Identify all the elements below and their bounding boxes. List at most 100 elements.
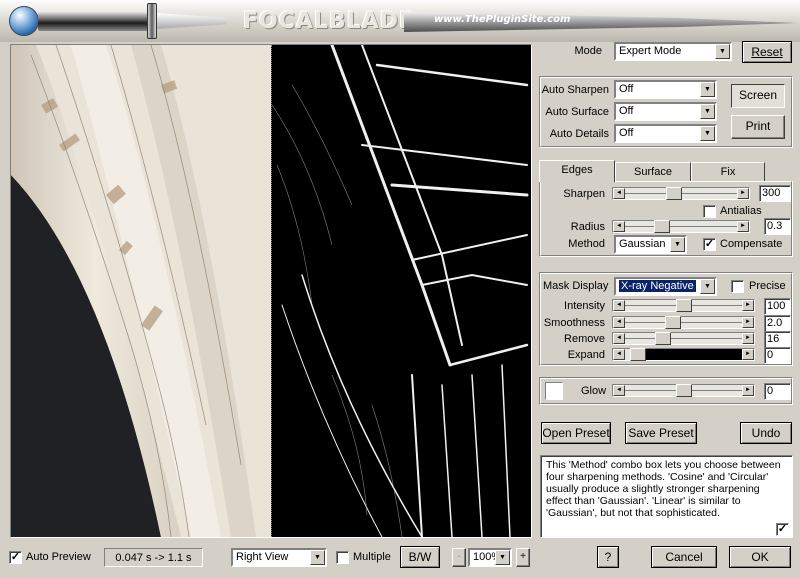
mode-combo[interactable]: Expert Mode ▼ — [614, 42, 732, 61]
antialias-checkbox[interactable] — [703, 205, 716, 218]
tab-surface[interactable]: Surface — [615, 162, 691, 181]
slider-right-arrow-icon[interactable]: ► — [742, 300, 754, 311]
radius-label: Radius — [570, 221, 605, 233]
auto-sharpen-combo[interactable]: Off ▼ — [614, 80, 717, 99]
intensity-value-field[interactable]: 100 — [764, 298, 791, 315]
method-combo[interactable]: Gaussian ▼ — [614, 235, 687, 254]
slider-left-arrow-icon[interactable]: ◄ — [613, 385, 625, 396]
undo-button[interactable]: Undo — [740, 422, 792, 444]
auto-details-label: Auto Details — [549, 128, 609, 140]
ok-button[interactable]: OK — [729, 546, 791, 568]
sharpen-value-field[interactable]: 300 — [759, 185, 791, 202]
slider-right-arrow-icon[interactable]: ► — [742, 333, 754, 344]
chevron-down-icon: ▼ — [715, 44, 730, 59]
expand-label: Expand — [567, 349, 605, 361]
sharpen-label: Sharpen — [563, 188, 605, 200]
slider-track — [625, 338, 742, 339]
slider-left-arrow-icon[interactable]: ◄ — [613, 349, 625, 360]
remove-label: Remove — [564, 333, 605, 345]
radius-slider[interactable]: ◄ ► — [612, 220, 750, 233]
auto-sharpen-label: Auto Sharpen — [541, 84, 609, 96]
slider-thumb[interactable] — [630, 348, 647, 361]
help-text: This 'Method' combo box lets you choose … — [546, 459, 781, 519]
compensate-checkbox[interactable]: ✓ — [703, 238, 716, 251]
smoothness-slider[interactable]: ◄ ► — [612, 316, 755, 329]
slider-right-arrow-icon[interactable]: ► — [742, 317, 754, 328]
expand-slider[interactable]: ◄ ► — [612, 348, 755, 361]
chevron-down-icon: ▼ — [495, 550, 510, 565]
slider-track — [625, 322, 742, 323]
remove-value-field[interactable]: 16 — [764, 331, 791, 348]
auto-preview-checkbox[interactable]: ✓ — [9, 551, 22, 564]
multiple-label: Multiple — [353, 551, 391, 563]
chevron-down-icon: ▼ — [700, 126, 715, 141]
auto-sharpen-value: Off — [619, 83, 634, 95]
glow-color-swatch[interactable] — [545, 382, 563, 400]
orb-icon — [9, 6, 39, 36]
slider-left-arrow-icon[interactable]: ◄ — [613, 221, 625, 232]
cancel-button[interactable]: Cancel — [651, 546, 717, 568]
slider-thumb[interactable] — [653, 220, 670, 233]
auto-preview-label: Auto Preview — [26, 551, 91, 563]
slider-right-arrow-icon[interactable]: ► — [742, 385, 754, 396]
slider-left-arrow-icon[interactable]: ◄ — [613, 317, 625, 328]
remove-slider[interactable]: ◄ ► — [612, 332, 755, 345]
intensity-slider[interactable]: ◄ ► — [612, 299, 755, 312]
sword-hilt-graphic — [38, 11, 150, 31]
zoom-combo[interactable]: 100% ▼ — [468, 548, 512, 567]
compensate-label: Compensate — [720, 238, 783, 250]
help-text-box: This 'Method' combo box lets you choose … — [540, 455, 793, 538]
chevron-down-icon: ▼ — [310, 550, 325, 565]
auto-details-value: Off — [619, 127, 634, 139]
slider-left-arrow-icon[interactable]: ◄ — [613, 188, 625, 199]
expand-value-field[interactable]: 0 — [764, 347, 791, 364]
header-banner: FOCALBLADE www.ThePluginSite.com — [0, 0, 800, 42]
zoom-in-button[interactable]: + — [516, 548, 530, 567]
auto-details-combo[interactable]: Off ▼ — [614, 124, 717, 143]
help-button[interactable]: ? — [597, 546, 619, 568]
chevron-down-icon: ▼ — [700, 104, 715, 119]
auto-surface-combo[interactable]: Off ▼ — [614, 102, 717, 121]
reset-button[interactable]: Reset — [742, 41, 792, 63]
auto-surface-label: Auto Surface — [545, 106, 609, 118]
slider-thumb[interactable] — [675, 384, 692, 397]
intensity-label: Intensity — [564, 300, 605, 312]
help-checkbox[interactable]: ✓ — [776, 523, 789, 536]
slider-thumb[interactable] — [655, 332, 672, 345]
multiple-checkbox[interactable] — [336, 551, 349, 564]
view-combo[interactable]: Right View ▼ — [231, 548, 327, 567]
preview-pane[interactable] — [10, 44, 532, 538]
zoom-out-button[interactable]: - — [452, 548, 466, 567]
slider-right-arrow-icon[interactable]: ► — [737, 188, 749, 199]
smoothness-value-field[interactable]: 2.0 — [764, 315, 791, 332]
slider-thumb[interactable] — [675, 299, 692, 312]
slider-right-arrow-icon[interactable]: ► — [737, 221, 749, 232]
print-button[interactable]: Print — [731, 115, 785, 139]
tab-edges[interactable]: Edges — [539, 160, 615, 182]
tab-fix[interactable]: Fix — [691, 162, 765, 181]
chevron-down-icon: ▼ — [670, 237, 685, 252]
slider-left-arrow-icon[interactable]: ◄ — [613, 333, 625, 344]
slider-fill — [646, 349, 742, 360]
screen-button[interactable]: Screen — [731, 84, 785, 108]
mask-display-value: X-ray Negative — [619, 280, 696, 292]
slider-right-arrow-icon[interactable]: ► — [742, 349, 754, 360]
slider-left-arrow-icon[interactable]: ◄ — [613, 300, 625, 311]
save-preset-button[interactable]: Save Preset — [625, 422, 697, 444]
sharpen-slider[interactable]: ◄ ► — [612, 187, 750, 200]
radius-value-field[interactable]: 0.3 — [764, 218, 791, 235]
original-image-view — [11, 45, 271, 537]
glow-slider[interactable]: ◄ ► — [612, 384, 755, 397]
sword-blade-base-graphic — [157, 13, 227, 29]
slider-thumb[interactable] — [665, 316, 682, 329]
app-logo: FOCALBLADE — [243, 9, 416, 34]
chevron-down-icon: ▼ — [700, 279, 715, 294]
site-url[interactable]: www.ThePluginSite.com — [434, 14, 570, 25]
bw-button[interactable]: B/W — [400, 546, 440, 568]
slider-thumb[interactable] — [666, 187, 683, 200]
glow-value-field[interactable]: 0 — [764, 383, 791, 400]
mask-display-combo[interactable]: X-ray Negative ▼ — [614, 277, 717, 296]
precise-checkbox[interactable] — [731, 280, 744, 293]
open-preset-button[interactable]: Open Preset — [541, 422, 611, 444]
method-value: Gaussian — [619, 238, 666, 250]
